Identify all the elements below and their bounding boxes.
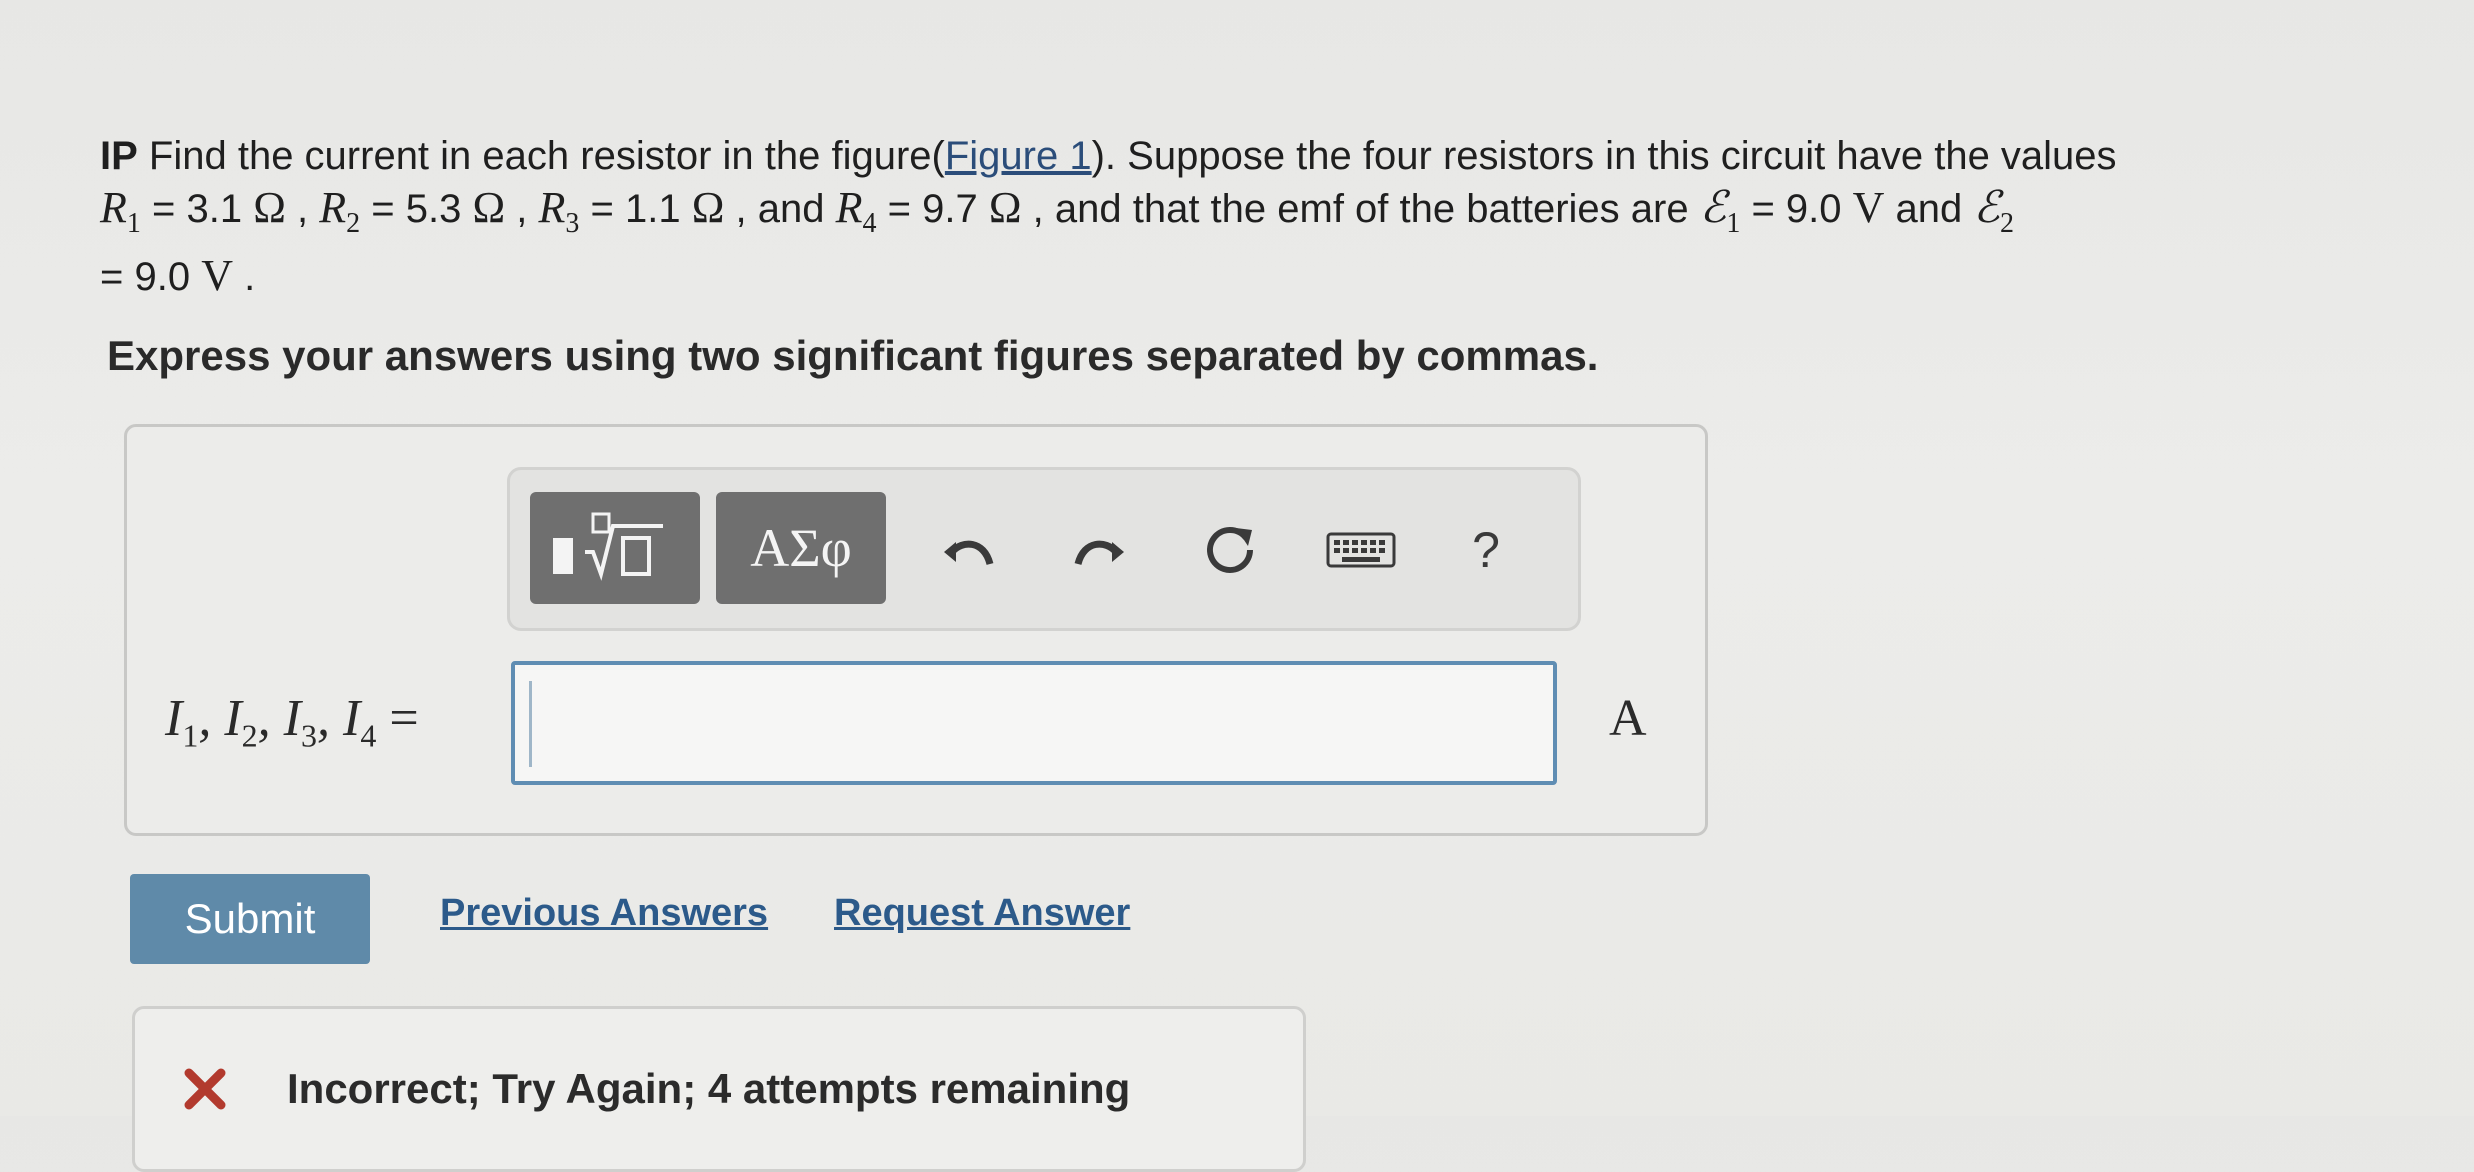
redo-icon: [1074, 540, 1124, 566]
e2-symbol: ℰ2: [1973, 183, 2015, 239]
r2-symbol: R2: [319, 183, 361, 239]
math-toolbar: ΑΣφ ?: [507, 467, 1581, 631]
previous-answers-link[interactable]: Previous Answers: [440, 892, 768, 935]
greek-symbols-button[interactable]: ΑΣφ: [716, 492, 886, 604]
and-word: , and: [724, 187, 836, 231]
e2-value: = 9.0: [100, 254, 202, 299]
ohm-symbol: Ω: [988, 183, 1022, 232]
reset-button[interactable]: [1190, 510, 1270, 590]
text-cursor: [529, 681, 532, 767]
templates-icon: [553, 512, 663, 581]
r1-value: = 3.1: [140, 187, 254, 231]
instructions: Express your answers using two significa…: [107, 332, 1599, 379]
and-text: and: [1884, 187, 1974, 231]
problem-prefix: IP: [100, 134, 138, 178]
keyboard-icon: [1326, 532, 1396, 568]
separator: ,: [505, 187, 539, 231]
undo-icon: [944, 540, 994, 566]
r4-value: = 9.7: [876, 187, 989, 231]
feedback-text: Incorrect; Try Again; 4 attempts remaini…: [287, 1065, 1131, 1112]
e1-value: = 9.0: [1740, 187, 1853, 231]
r3-value: = 1.1: [579, 187, 692, 231]
feedback-box: Incorrect; Try Again; 4 attempts remaini…: [132, 1006, 1306, 1172]
answer-box: ΑΣφ ? I1, I2, I3, I4 = A: [124, 424, 1708, 836]
problem-text-2: ). Suppose the four resistors in this ci…: [1091, 134, 2117, 178]
separator: ,: [285, 187, 320, 231]
help-button[interactable]: ?: [1446, 510, 1526, 590]
emf-text: , and that the emf of the batteries are: [1021, 187, 1700, 231]
ohm-symbol: Ω: [253, 183, 286, 232]
x-icon: [184, 1068, 226, 1110]
submit-button[interactable]: Submit: [130, 874, 370, 964]
r1-symbol: R1: [100, 183, 141, 239]
r3-symbol: R3: [538, 183, 580, 239]
answer-input[interactable]: [511, 661, 1557, 785]
figure-link[interactable]: Figure 1: [945, 134, 1092, 178]
period: .: [232, 254, 256, 299]
redo-button[interactable]: [1060, 510, 1140, 590]
undo-button[interactable]: [928, 510, 1008, 590]
ohm-symbol: Ω: [472, 183, 506, 232]
problem-text: Find the current in each resistor in the…: [137, 134, 945, 178]
e1-symbol: ℰ1: [1699, 183, 1741, 239]
volt-symbol: V: [201, 250, 233, 300]
request-answer-link[interactable]: Request Answer: [834, 892, 1130, 935]
problem-statement: IP Find the current in each resistor in …: [100, 130, 2420, 303]
r4-symbol: R4: [835, 183, 877, 239]
keyboard-button[interactable]: [1316, 510, 1406, 590]
volt-symbol: V: [1852, 183, 1885, 232]
equation-label: I1, I2, I3, I4 =: [165, 690, 419, 754]
templates-button[interactable]: [530, 492, 700, 604]
unit-label: A: [1609, 690, 1647, 747]
reset-icon: [1207, 527, 1253, 573]
r2-value: = 5.3: [360, 187, 473, 231]
ohm-symbol: Ω: [691, 183, 725, 232]
